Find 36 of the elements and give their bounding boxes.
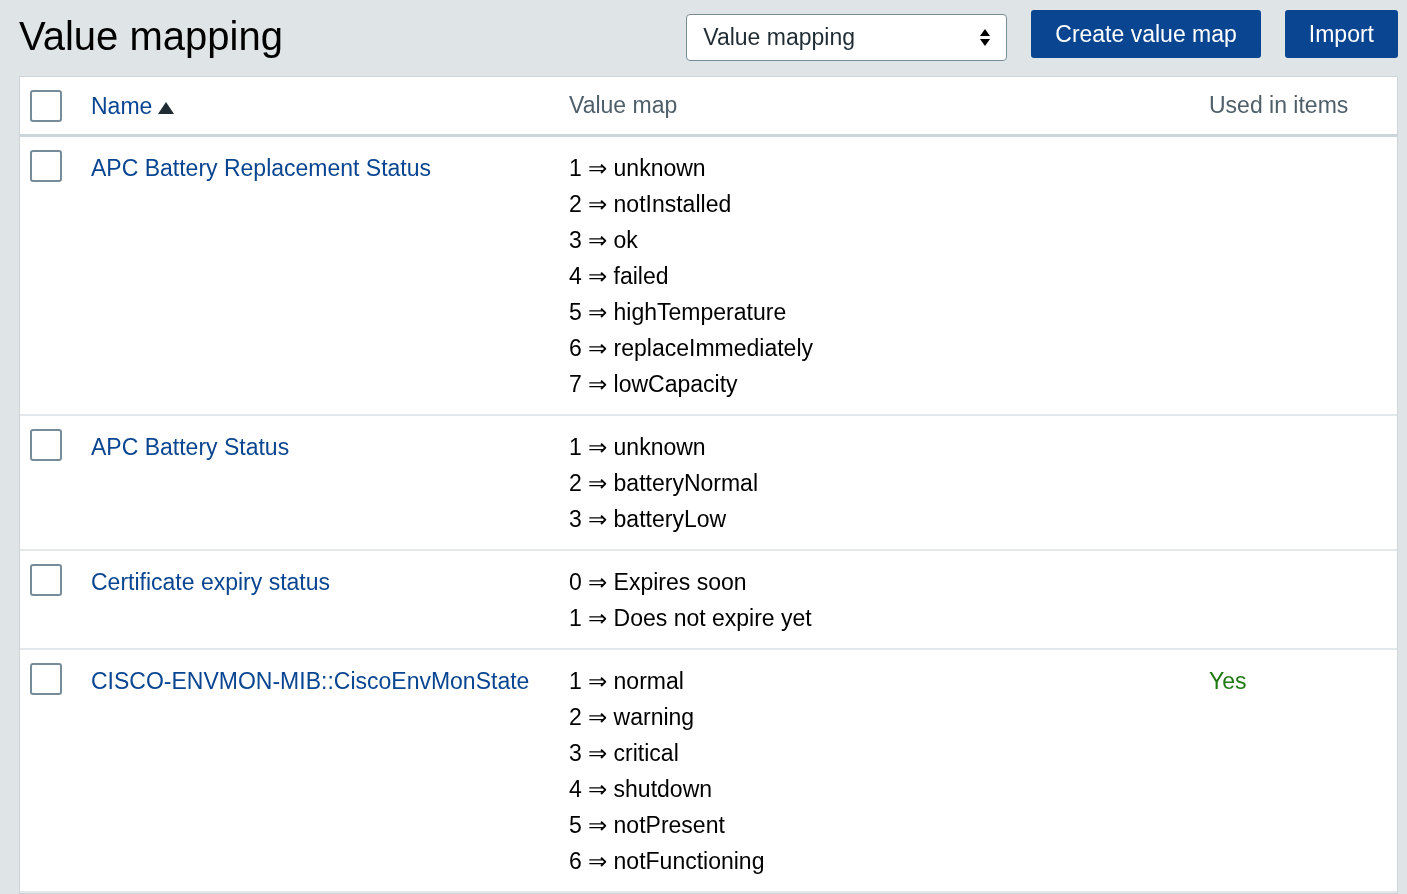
mapping-text: 4 ⇒ failed <box>569 262 670 291</box>
mapping-text: 3 ⇒ ok <box>569 226 639 255</box>
column-header: Used in items <box>1209 92 1349 119</box>
checkbox[interactable] <box>30 429 62 461</box>
mapping-text: 3 ⇒ critical <box>569 739 680 768</box>
value-map-name-link[interactable]: CISCO-ENVMON-MIB::CiscoEnvMonState <box>91 668 530 694</box>
create-button[interactable]: Create value map <box>1031 10 1261 58</box>
mapping-text: 2 ⇒ batteryNormal <box>569 469 759 498</box>
mapping-text: 3 ⇒ batteryLow <box>569 505 728 534</box>
mapping-text: 1 ⇒ unknown <box>569 433 707 462</box>
mapping-text: 6 ⇒ notFunctioning <box>569 847 766 876</box>
page-title: Value mapping <box>19 13 283 56</box>
mapping-text: 6 ⇒ replaceImmediately <box>569 334 814 363</box>
mapping-text: 4 ⇒ shutdown <box>569 775 714 804</box>
value-map-name-link[interactable]: APC Battery Replacement Status <box>91 155 432 181</box>
value-map-name-link[interactable]: APC Battery Status <box>91 434 290 460</box>
value-map-name-link[interactable]: Certificate expiry status <box>91 569 331 595</box>
mapping-text: 5 ⇒ highTemperature <box>569 298 788 327</box>
mapping-text: 2 ⇒ warning <box>569 703 696 732</box>
select-arrows-icon <box>980 29 991 46</box>
checkbox[interactable] <box>30 663 62 695</box>
mapping-text: 0 ⇒ Expires soon <box>569 568 748 597</box>
checkbox[interactable] <box>30 150 62 182</box>
column-sort-link[interactable]: Name <box>91 92 153 119</box>
mapping-text: 1 ⇒ unknown <box>569 154 707 183</box>
mapping-text: 5 ⇒ notPresent <box>569 811 726 840</box>
mapping-text: 2 ⇒ notInstalled <box>569 190 733 219</box>
checkbox[interactable] <box>30 89 62 122</box>
view-select[interactable]: Value mapping <box>686 14 1008 61</box>
checkbox[interactable] <box>30 564 62 596</box>
used-in-items-text: Yes <box>1209 668 1247 694</box>
import-button[interactable]: Import <box>1284 10 1398 58</box>
mapping-text: 7 ⇒ lowCapacity <box>569 370 739 399</box>
mapping-text: 1 ⇒ normal <box>569 667 685 696</box>
column-header: Value map <box>569 92 678 119</box>
mapping-text: 1 ⇒ Does not expire yet <box>569 604 813 633</box>
